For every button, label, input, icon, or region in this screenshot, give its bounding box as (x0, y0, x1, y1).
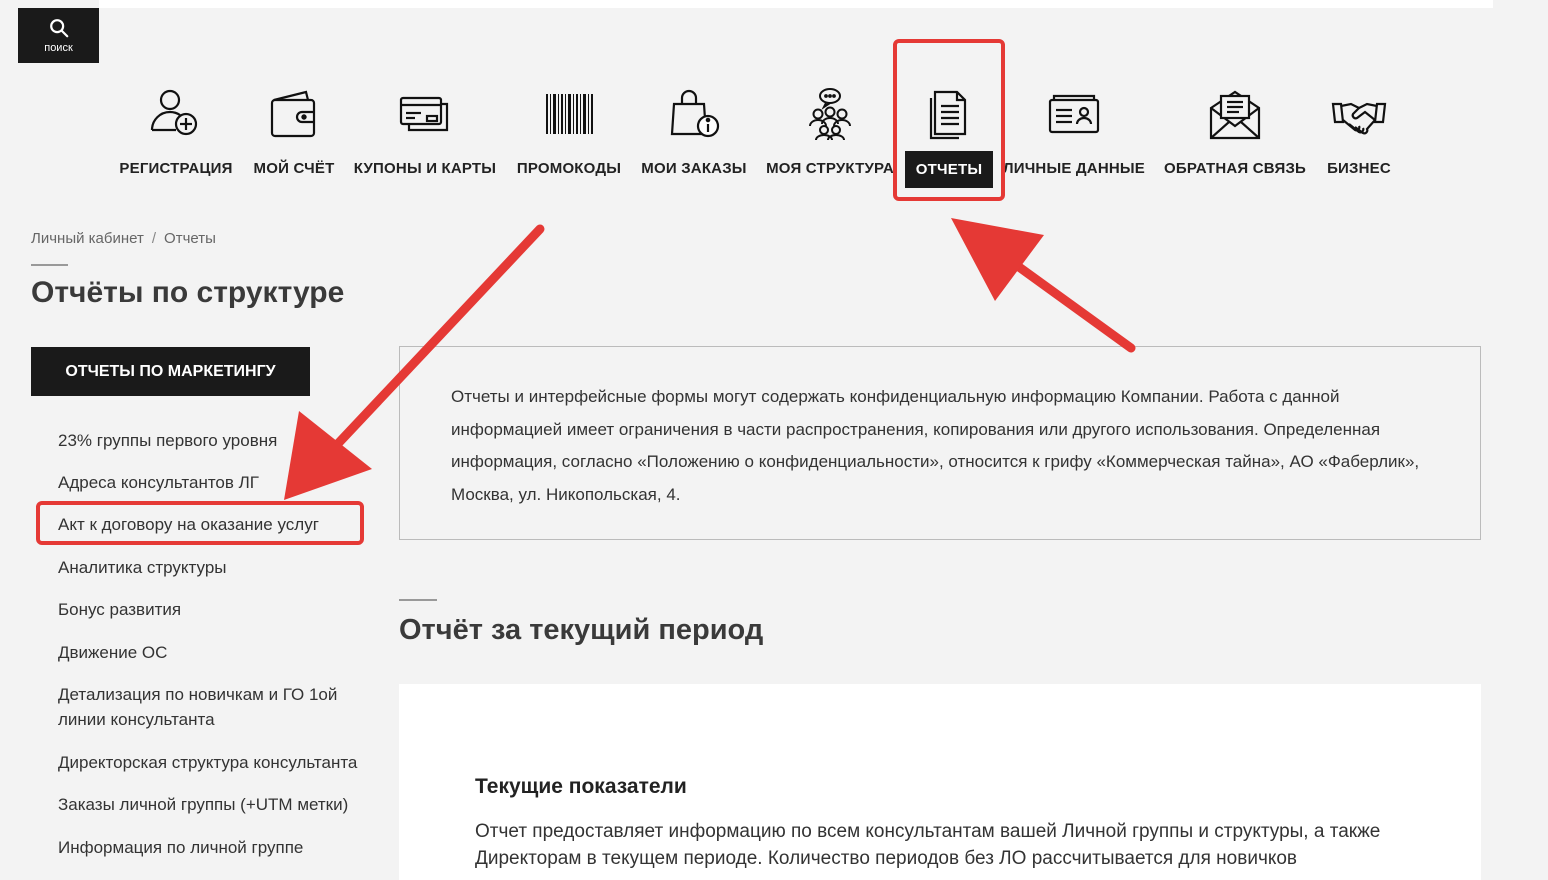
nav-item-my-orders[interactable]: МОИ ЗАКАЗЫ (640, 84, 748, 194)
nav-label: ОБРАТНАЯ СВЯЗЬ (1163, 160, 1307, 177)
nav-item-business[interactable]: БИЗНЕС (1324, 84, 1394, 194)
nav-label: МОИ ЗАКАЗЫ (641, 160, 747, 177)
breadcrumb-home-link[interactable]: Личный кабинет (31, 230, 144, 247)
cards-icon (395, 84, 455, 144)
title-divider (31, 264, 68, 266)
report-link[interactable]: 23% группы первого уровня (58, 428, 378, 453)
nav-item-promocodes[interactable]: ПРОМОКОДЫ (516, 84, 622, 194)
user-plus-icon (146, 84, 206, 144)
nav-label: РЕГИСТРАЦИЯ (119, 160, 233, 177)
search-label: поиск (44, 42, 73, 54)
card-description: Отчет предоставляет информацию по всем к… (475, 821, 1381, 869)
report-link[interactable]: Адреса консультантов ЛГ (58, 470, 378, 495)
breadcrumb-separator: / (151, 230, 157, 247)
barcode-icon (539, 84, 599, 144)
nav-label: МОЙ СЧЁТ (253, 160, 335, 177)
handshake-icon (1329, 84, 1389, 144)
wallet-icon (264, 84, 324, 144)
nav-label: ЛИЧНЫЕ ДАННЫЕ (1002, 160, 1145, 177)
nav-label: БИЗНЕС (1327, 160, 1391, 177)
card-title: Текущие показатели (475, 775, 687, 798)
report-link[interactable]: Движение ОС (58, 640, 378, 665)
report-link[interactable]: Бонус развития (58, 597, 378, 622)
current-period-title: Отчёт за текущий период (399, 614, 764, 646)
nav-label: ПРОМОКОДЫ (516, 160, 622, 177)
marketing-reports-button[interactable]: ОТЧЕТЫ ПО МАРКЕТИНГУ (31, 347, 310, 396)
nav-item-personal-data[interactable]: ЛИЧНЫЕ ДАННЫЕ (1002, 84, 1146, 194)
nav-item-my-structure[interactable]: МОЯ СТРУКТУРА (766, 84, 894, 194)
nav-label: КУПОНЫ И КАРТЫ (353, 160, 497, 177)
breadcrumb-current: Отчеты (164, 230, 216, 247)
id-card-icon (1044, 84, 1104, 144)
nav-item-coupons-cards[interactable]: КУПОНЫ И КАРТЫ (352, 84, 498, 194)
search-button[interactable]: поиск (18, 8, 99, 63)
report-link[interactable]: Директорская структура консультанта (58, 750, 378, 775)
annotation-highlight-act-report (36, 501, 364, 545)
team-icon (800, 84, 860, 144)
nav-item-feedback[interactable]: ОБРАТНАЯ СВЯЗЬ (1162, 84, 1308, 194)
section-divider (399, 599, 437, 601)
shopping-bag-info-icon (664, 84, 724, 144)
notice-text: Отчеты и интерфейсные формы могут содерж… (451, 387, 1420, 504)
breadcrumb: Личный кабинет / Отчеты (31, 230, 216, 247)
report-link[interactable]: Информация по личной группе (58, 835, 378, 860)
annotation-highlight-reports (893, 39, 1005, 201)
annotation-arrow-head (951, 218, 1044, 301)
nav-item-registration[interactable]: РЕГИСТРАЦИЯ (118, 84, 234, 194)
annotation-arrow-line (996, 249, 1136, 353)
confidentiality-notice: Отчеты и интерфейсные формы могут содерж… (399, 346, 1481, 540)
report-link[interactable]: Заказы личной группы (+UTM метки) (58, 792, 378, 817)
page-title: Отчёты по структуре (31, 276, 345, 309)
nav-label: МОЯ СТРУКТУРА (766, 160, 894, 177)
main-nav: РЕГИСТРАЦИЯ МОЙ СЧЁТ КУПОНЫ И КАРТЫ ПРОМ… (0, 84, 1548, 194)
top-bar (99, 0, 1493, 8)
nav-item-my-account[interactable]: МОЙ СЧЁТ (250, 84, 338, 194)
current-indicators-card: Текущие показатели Отчет предоставляет и… (399, 684, 1481, 880)
report-link[interactable]: Детализация по новичкам и ГО 1ой линии к… (58, 682, 358, 732)
envelope-icon (1205, 84, 1265, 144)
report-link[interactable]: Аналитика структуры (58, 555, 378, 580)
search-icon (49, 19, 68, 38)
